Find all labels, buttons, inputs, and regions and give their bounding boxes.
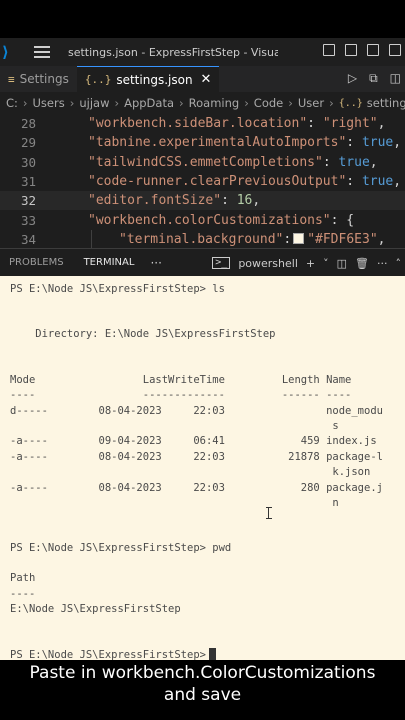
open-settings-ui-icon[interactable]: ⧉ bbox=[369, 71, 378, 86]
line-number: 32 bbox=[20, 193, 36, 209]
breadcrumb: C: › Users › ujjaw › AppData › Roaming › Code… bbox=[0, 92, 405, 114]
terminal-line: -a---- 08-04-2023 22:03 21878 package-l bbox=[10, 451, 383, 463]
code-line: 29 "tabnine.experimentalAutoImports": tr… bbox=[0, 133, 405, 152]
terminal-line: d----- 08-04-2023 22:03 node_modu bbox=[10, 405, 383, 417]
json-value: true bbox=[361, 174, 394, 190]
json-key: "code-runner.clearPreviousOutput" bbox=[88, 174, 347, 190]
code-line: 30 "tailwindCSS.emmetCompletions": true, bbox=[0, 153, 405, 172]
terminal-line: ---- bbox=[10, 588, 36, 600]
tab-label: Settings bbox=[19, 72, 69, 86]
line-number: 29 bbox=[20, 135, 36, 151]
breadcrumb-item[interactable]: Users bbox=[33, 96, 65, 110]
json-key: "editor.fontSize" bbox=[88, 193, 222, 209]
breadcrumb-item[interactable]: User bbox=[298, 96, 324, 110]
json-key: "workbench.sideBar.location" bbox=[88, 116, 308, 132]
trash-icon[interactable]: 🗑 bbox=[355, 257, 369, 270]
code-editor[interactable]: 28 "workbench.sideBar.location": "right"… bbox=[0, 114, 405, 248]
terminal-line: -a---- 09-04-2023 06:41 459 index.js bbox=[10, 435, 377, 447]
json-value: 16 bbox=[236, 193, 253, 209]
code-line: 28 "workbench.sideBar.location": "right"… bbox=[0, 114, 405, 133]
json-key: "workbench.colorCustomizations" bbox=[88, 212, 331, 228]
run-icon[interactable]: ▷ bbox=[348, 71, 357, 86]
close-tab-icon[interactable]: ✕ bbox=[201, 72, 212, 87]
chevron-up-icon[interactable]: ˄ bbox=[396, 257, 402, 270]
json-file-icon: {..} bbox=[84, 73, 112, 86]
terminal-line: Directory: E:\Node JS\ExpressFirstStep bbox=[10, 328, 276, 340]
new-terminal-icon[interactable]: + bbox=[306, 257, 315, 270]
json-value: "#FDF6E3" bbox=[307, 231, 378, 247]
json-value: true bbox=[361, 135, 394, 151]
breadcrumb-item[interactable]: AppData bbox=[124, 96, 174, 110]
mouse-ibeam-cursor bbox=[266, 507, 274, 519]
terminal-line: PS E:\Node JS\ExpressFirstStep> pwd bbox=[10, 542, 232, 554]
terminal-line: k.json bbox=[10, 466, 371, 478]
hamburger-menu-icon[interactable] bbox=[34, 43, 50, 61]
json-key: "terminal.background" bbox=[119, 231, 284, 247]
code-line: 33 "workbench.colorCustomizations": { bbox=[0, 211, 405, 230]
vscode-window: ⟩ settings.json - ExpressFirstStep - Vis… bbox=[0, 0, 405, 720]
split-terminal-icon[interactable]: ◫ bbox=[337, 257, 347, 270]
terminal-output[interactable]: PS E:\Node JS\ExpressFirstStep> ls Direc… bbox=[0, 276, 405, 668]
customize-layout-icon[interactable] bbox=[389, 44, 401, 56]
chevron-down-icon[interactable]: ˅ bbox=[323, 257, 329, 270]
title-bar: ⟩ settings.json - ExpressFirstStep - Vis… bbox=[0, 38, 405, 66]
code-line: 31 "code-runner.clearPreviousOutput": tr… bbox=[0, 172, 405, 191]
video-caption: Paste in workbench.ColorCustomizations a… bbox=[0, 662, 405, 706]
terminal-line: Mode LastWriteTime Length Name bbox=[10, 374, 352, 386]
terminal-cursor bbox=[208, 648, 216, 660]
editor-tabs: ≡ Settings {..} settings.json ✕ ▷ ⧉ ◫ bbox=[0, 66, 405, 92]
line-number: 30 bbox=[20, 154, 36, 170]
toggle-secondary-sidebar-icon[interactable] bbox=[367, 44, 379, 56]
tab-settings-json[interactable]: {..} settings.json ✕ bbox=[76, 66, 220, 92]
tab-terminal[interactable]: TERMINAL bbox=[83, 249, 135, 277]
window-title: settings.json - ExpressFirstStep - Visua… bbox=[68, 45, 278, 59]
more-panels-icon[interactable]: ··· bbox=[150, 249, 161, 277]
breadcrumb-item[interactable]: ujjaw bbox=[79, 96, 109, 110]
json-value: { bbox=[346, 212, 355, 228]
terminal-line: s bbox=[10, 420, 339, 432]
code-line-current: 32 "editor.fontSize": 16, bbox=[0, 191, 405, 211]
breadcrumb-item[interactable]: Code bbox=[254, 96, 283, 110]
tab-problems[interactable]: PROBLEMS bbox=[9, 249, 64, 277]
json-value: true bbox=[338, 154, 370, 170]
json-file-icon: {..} bbox=[338, 97, 363, 109]
json-key: "tabnine.experimentalAutoImports" bbox=[88, 135, 347, 151]
top-letterbox bbox=[0, 0, 405, 38]
json-key: "tailwindCSS.emmetCompletions" bbox=[88, 154, 323, 170]
more-actions-icon[interactable]: ··· bbox=[377, 257, 388, 270]
toggle-primary-sidebar-icon[interactable] bbox=[323, 44, 335, 56]
tab-settings[interactable]: ≡ Settings bbox=[0, 66, 77, 92]
caption-line-1: Paste in workbench.ColorCustomizations bbox=[29, 663, 376, 683]
indent-guide bbox=[91, 230, 92, 248]
terminal-line: E:\Node JS\ExpressFirstStep bbox=[10, 603, 181, 615]
split-editor-icon[interactable]: ◫ bbox=[390, 71, 401, 86]
settings-tab-icon: ≡ bbox=[8, 72, 15, 86]
terminal-line: Path bbox=[10, 572, 36, 584]
breadcrumb-item[interactable]: C: bbox=[6, 96, 18, 110]
vscode-logo-icon: ⟩ bbox=[2, 43, 9, 61]
terminal-line: -a---- 08-04-2023 22:03 280 package.j bbox=[10, 482, 383, 494]
line-number: 34 bbox=[20, 231, 36, 247]
terminal-line: PS E:\Node JS\ExpressFirstStep> ls bbox=[10, 283, 225, 295]
terminal-line: n bbox=[10, 497, 339, 509]
caption-line-2: and save bbox=[163, 685, 242, 705]
json-value: "right" bbox=[322, 116, 378, 132]
tab-label: settings.json bbox=[116, 72, 193, 87]
color-swatch[interactable] bbox=[293, 232, 305, 244]
breadcrumb-item[interactable]: settings.json bbox=[367, 96, 405, 110]
line-number: 31 bbox=[20, 174, 36, 190]
code-line: 34 "terminal.background": "#FDF6E3", bbox=[0, 230, 405, 248]
panel-header: PROBLEMS TERMINAL ··· >_ powershell + ˅ … bbox=[0, 248, 405, 277]
breadcrumb-item[interactable]: Roaming bbox=[189, 96, 240, 110]
line-number: 33 bbox=[20, 212, 36, 228]
line-number: 28 bbox=[20, 116, 36, 132]
terminal-shell-icon: >_ bbox=[212, 257, 231, 269]
terminal-shell-name[interactable]: powershell bbox=[238, 257, 298, 270]
terminal-line: ---- ------------- ------ ---- bbox=[10, 389, 352, 401]
toggle-panel-icon[interactable] bbox=[345, 44, 357, 56]
